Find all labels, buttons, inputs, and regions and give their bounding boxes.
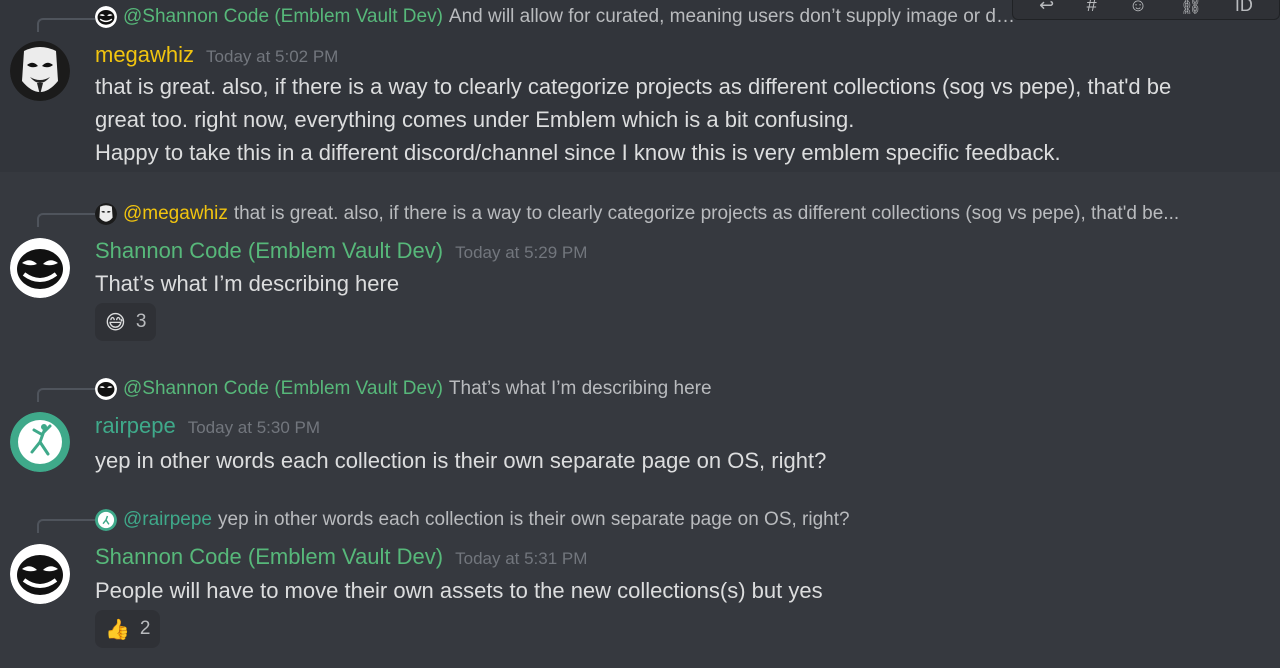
sweat-smile-emoji-icon: 😅: [105, 311, 126, 334]
reply-icon[interactable]: ↩: [1039, 0, 1054, 14]
replied-text: That’s what I’m describing here: [448, 378, 712, 399]
user-avatar[interactable]: [10, 544, 70, 604]
replied-author[interactable]: @rairpepe: [123, 509, 212, 531]
message-header: Shannon Code (Emblem Vault Dev) Today at…: [95, 544, 587, 570]
timestamp[interactable]: Today at 5:02 PM: [206, 47, 338, 67]
reply-spine: [37, 519, 95, 533]
user-avatar[interactable]: [10, 238, 70, 298]
message-line: Happy to take this in a different discor…: [95, 140, 1061, 165]
replied-text: yep in other words each collection is th…: [218, 509, 850, 530]
replied-text: that is great. also, if there is a way t…: [233, 203, 1180, 224]
reaction-button[interactable]: 😅 3: [95, 303, 157, 341]
username[interactable]: rairpepe: [95, 413, 176, 439]
replied-user-avatar: [95, 203, 117, 225]
chat-message[interactable]: @Shannon Code (Emblem Vault Dev) And wil…: [0, 0, 1280, 172]
reply-reference[interactable]: @rairpepe yep in other words each collec…: [95, 509, 850, 531]
message-content: That’s what I’m describing here: [95, 267, 1220, 300]
replied-user-avatar: [95, 509, 117, 531]
timestamp[interactable]: Today at 5:31 PM: [455, 549, 587, 569]
reply-reference[interactable]: @megawhiz that is great. also, if there …: [95, 203, 1179, 225]
chat-message[interactable]: @Shannon Code (Emblem Vault Dev) That’s …: [0, 354, 1280, 488]
replied-text: And will allow for curated, meaning user…: [448, 6, 1015, 27]
chat-messages: @Shannon Code (Emblem Vault Dev) And wil…: [0, 0, 1280, 668]
username[interactable]: Shannon Code (Emblem Vault Dev): [95, 544, 443, 570]
message-header: Shannon Code (Emblem Vault Dev) Today at…: [95, 238, 587, 264]
reply-reference[interactable]: @Shannon Code (Emblem Vault Dev) And wil…: [95, 6, 1015, 28]
replied-user-avatar: [95, 6, 117, 28]
timestamp[interactable]: Today at 5:29 PM: [455, 243, 587, 263]
replied-author[interactable]: @megawhiz: [123, 203, 228, 225]
chat-message[interactable]: @megawhiz that is great. also, if there …: [0, 172, 1280, 354]
message-line: great too. right now, everything comes u…: [95, 107, 855, 132]
message-header: rairpepe Today at 5:30 PM: [95, 413, 320, 439]
user-avatar[interactable]: [10, 41, 70, 101]
message-header: megawhiz Today at 5:02 PM: [95, 42, 338, 68]
message-line: that is great. also, if there is a way t…: [95, 74, 1172, 99]
chat-message[interactable]: @rairpepe yep in other words each collec…: [0, 488, 1280, 668]
replied-user-avatar: [95, 378, 117, 400]
reply-spine: [37, 18, 95, 32]
message-line: That’s what I’m describing here: [95, 271, 400, 296]
user-avatar[interactable]: [10, 412, 70, 472]
replied-author[interactable]: @Shannon Code (Emblem Vault Dev): [123, 378, 443, 400]
replied-author[interactable]: @Shannon Code (Emblem Vault Dev): [123, 6, 443, 28]
link-icon[interactable]: ⛓: [1180, 0, 1203, 14]
thread-icon[interactable]: #: [1087, 0, 1097, 14]
timestamp[interactable]: Today at 5:30 PM: [188, 418, 320, 438]
reaction-button[interactable]: 👍 2: [95, 610, 161, 648]
reaction-count: 3: [135, 311, 147, 332]
message-line: yep in other words each collection is th…: [95, 448, 827, 473]
username[interactable]: megawhiz: [95, 42, 194, 68]
reply-spine: [37, 388, 95, 402]
username[interactable]: Shannon Code (Emblem Vault Dev): [95, 238, 443, 264]
message-content: People will have to move their own asset…: [95, 574, 1220, 607]
react-icon[interactable]: ☺: [1129, 0, 1147, 14]
message-actions-toolbar: ↩ # ☺ ⛓ ID: [1012, 0, 1280, 20]
message-content: that is great. also, if there is a way t…: [95, 70, 1220, 169]
thumbs-up-emoji-icon: 👍: [105, 618, 130, 641]
reaction-count: 2: [139, 618, 151, 639]
message-line: People will have to move their own asset…: [95, 578, 823, 603]
message-content: yep in other words each collection is th…: [95, 444, 1220, 477]
reply-spine: [37, 213, 95, 227]
id-icon[interactable]: ID: [1235, 0, 1253, 14]
reply-reference[interactable]: @Shannon Code (Emblem Vault Dev) That’s …: [95, 378, 712, 400]
